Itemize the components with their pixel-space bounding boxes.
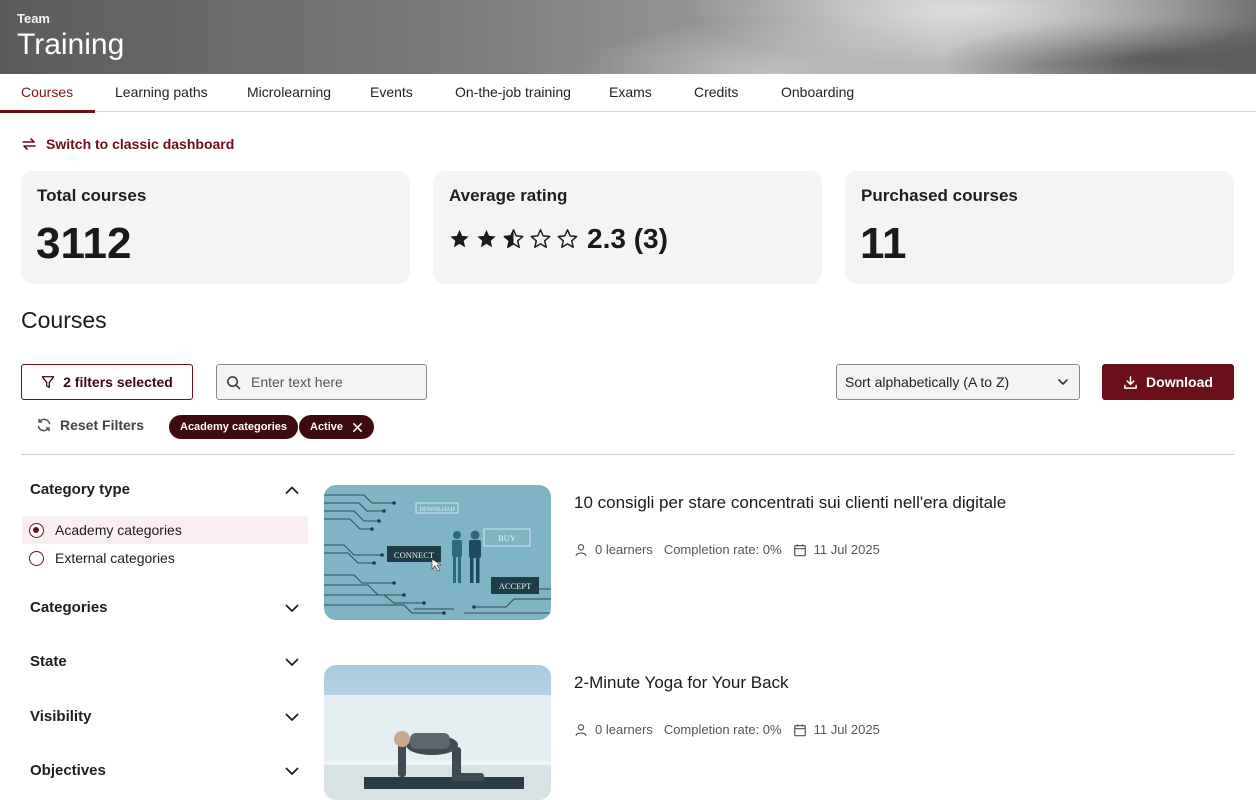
star-empty-icon	[530, 229, 551, 248]
funnel-icon	[41, 376, 55, 388]
chevron-down-icon	[285, 658, 299, 666]
thumbnail-word: DOWNLOAD	[419, 507, 455, 513]
thumbnail-word: BUY	[498, 533, 516, 543]
download-button-label: Download	[1146, 374, 1213, 390]
chevron-up-icon	[285, 486, 299, 494]
tab-exams[interactable]: Exams	[609, 74, 652, 111]
radio-label: External categories	[55, 550, 175, 566]
switch-dashboard-link[interactable]: Switch to classic dashboard	[21, 136, 234, 152]
page-header: Team Training	[0, 0, 1256, 74]
page-title: Training	[17, 28, 125, 61]
completion-rate: Completion rate: 0%	[664, 542, 782, 557]
completion-label: Completion rate: 0%	[663, 542, 782, 557]
learners-count: 0 learners	[574, 722, 653, 737]
tab-credits[interactable]: Credits	[694, 74, 738, 111]
average-rating-card: Average rating 2.3 (3)	[433, 171, 822, 284]
course-meta: 0 learners Completion rate: 0% 11 Jul 20…	[574, 722, 891, 737]
average-rating-label: Average rating	[449, 186, 568, 205]
close-icon[interactable]	[352, 422, 363, 433]
person-icon	[575, 543, 587, 556]
chevron-down-icon	[285, 604, 299, 612]
course-date: 11 Jul 2025	[793, 722, 880, 737]
tab-on-the-job-training[interactable]: On-the-job training	[455, 74, 571, 111]
course-title[interactable]: 10 consigli per stare concentrati sui cl…	[574, 493, 1006, 513]
radio-button[interactable]	[29, 550, 44, 566]
thumbnail-word: ACCEPT	[499, 581, 532, 591]
refresh-icon	[37, 418, 51, 432]
radio-external-categories[interactable]: External categories	[22, 544, 308, 572]
tab-microlearning[interactable]: Microlearning	[247, 74, 331, 111]
star-full-icon	[477, 229, 496, 248]
filter-chip-active[interactable]: Active	[299, 415, 375, 439]
filter-chip-label: Academy categories	[180, 421, 287, 433]
course-thumbnail[interactable]: DOWNLOAD CONNECT BUY ACCEPT	[324, 485, 551, 620]
facet-state[interactable]: State	[30, 653, 300, 670]
facet-category-type[interactable]: Category type	[30, 481, 300, 498]
date-label: 11 Jul 2025	[813, 722, 880, 737]
tab-courses[interactable]: Courses	[0, 74, 96, 113]
chevron-down-icon	[285, 767, 299, 775]
completion-rate: Completion rate: 0%	[664, 722, 782, 737]
star-rating: 2.3 (3)	[448, 223, 668, 255]
reset-filters-label: Reset Filters	[60, 417, 145, 433]
learners-label: 0 learners	[595, 722, 653, 737]
facet-visibility[interactable]: Visibility	[30, 708, 300, 725]
course-thumbnail[interactable]	[324, 665, 551, 800]
purchased-courses-label: Purchased courses	[861, 186, 1018, 205]
facet-title: Objectives	[30, 762, 106, 779]
facet-title: Category type	[30, 481, 131, 498]
tab-learning-paths[interactable]: Learning paths	[115, 74, 208, 111]
person-icon	[575, 723, 587, 736]
completion-label: Completion rate: 0%	[663, 722, 782, 737]
switch-dashboard-label: Switch to classic dashboard	[46, 136, 235, 152]
thumbnail-word: CONNECT	[394, 550, 435, 560]
star-full-icon	[450, 229, 469, 248]
facet-title: State	[30, 653, 67, 670]
filter-chip-academy-categories[interactable]: Academy categories	[169, 415, 298, 439]
chevron-down-icon	[285, 713, 299, 721]
search-input[interactable]	[251, 374, 411, 390]
radio-academy-categories[interactable]: Academy categories	[22, 516, 308, 544]
total-courses-label: Total courses	[37, 186, 147, 205]
facet-title: Categories	[30, 599, 108, 616]
star-empty-icon	[557, 229, 578, 248]
search-box[interactable]	[216, 364, 427, 400]
sort-select[interactable]: Sort alphabetically (A to Z)	[836, 364, 1080, 400]
filters-button-label: 2 filters selected	[63, 374, 173, 390]
date-label: 11 Jul 2025	[813, 542, 880, 557]
chevron-down-icon	[1058, 379, 1068, 385]
calendar-icon	[793, 723, 806, 736]
purchased-courses-card: Purchased courses 11	[845, 171, 1234, 284]
tab-onboarding[interactable]: Onboarding	[781, 74, 854, 111]
radio-button[interactable]	[29, 522, 44, 538]
tab-bar: Courses Learning paths Microlearning Eve…	[0, 74, 1256, 113]
swap-arrows-icon	[22, 138, 36, 150]
course-date: 11 Jul 2025	[793, 542, 880, 557]
purchased-courses-value: 11	[860, 219, 907, 268]
total-courses-value: 3112	[36, 219, 132, 268]
average-rating-value: 2.3 (3)	[587, 223, 668, 254]
download-icon	[1124, 375, 1137, 389]
facet-title: Visibility	[30, 708, 92, 725]
total-courses-card: Total courses 3112	[21, 171, 410, 284]
course-title[interactable]: 2-Minute Yoga for Your Back	[574, 673, 789, 693]
divider	[21, 454, 1234, 455]
course-meta: 0 learners Completion rate: 0% 11 Jul 20…	[574, 542, 891, 557]
calendar-icon	[793, 543, 806, 556]
tab-events[interactable]: Events	[370, 74, 413, 111]
sort-select-value: Sort alphabetically (A to Z)	[845, 374, 1010, 390]
star-half-icon	[503, 229, 524, 248]
filters-button[interactable]: 2 filters selected	[21, 364, 193, 400]
learners-label: 0 learners	[595, 542, 653, 557]
reset-filters-button[interactable]: Reset Filters	[36, 417, 144, 433]
courses-heading: Courses	[21, 307, 107, 333]
learners-count: 0 learners	[574, 542, 653, 557]
download-button[interactable]: Download	[1102, 364, 1234, 400]
search-icon	[227, 375, 241, 389]
header-eyebrow: Team	[17, 11, 50, 26]
filter-chip-label: Active	[310, 421, 344, 433]
facet-objectives[interactable]: Objectives	[30, 762, 300, 779]
facet-categories[interactable]: Categories	[30, 599, 300, 616]
radio-label: Academy categories	[55, 522, 182, 538]
